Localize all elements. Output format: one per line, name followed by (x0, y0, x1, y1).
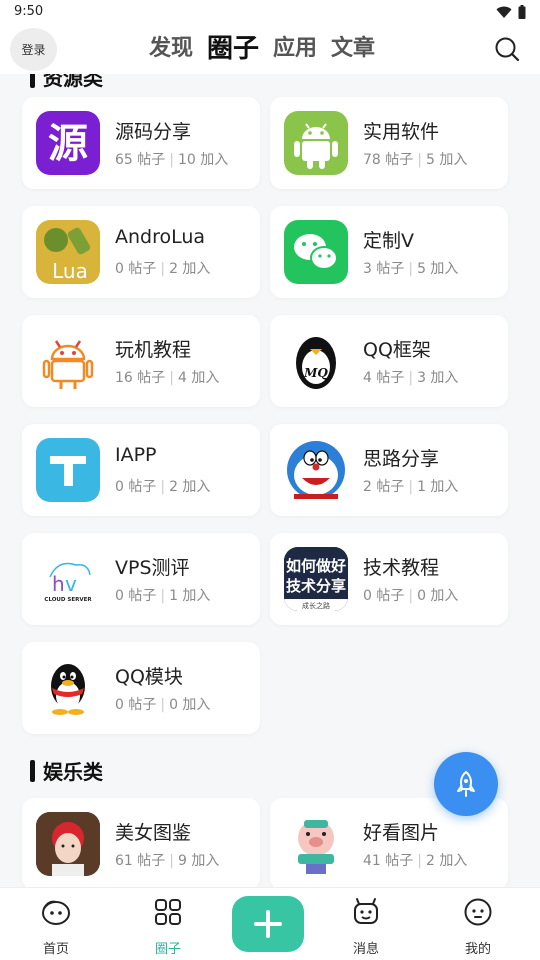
rocket-icon (457, 770, 475, 797)
status-time: 9:50 (14, 4, 44, 19)
tab-discover[interactable]: 发现 (149, 32, 193, 66)
tab-apps[interactable]: 应用 (273, 32, 317, 66)
section-marker (30, 759, 35, 782)
nav-label: 圈子 (154, 942, 181, 957)
android-icon (284, 111, 348, 175)
circle-stats: 3 帖子 | 5 加入 (363, 261, 459, 277)
wechat-icon (284, 220, 348, 284)
circle-card-source-share[interactable]: 源 源码分享 65 帖子 | 10 加入 (22, 97, 260, 189)
circle-name: 定制V (363, 230, 414, 252)
nav-profile[interactable]: 我的 (438, 896, 518, 957)
circle-name: 思路分享 (363, 448, 440, 470)
circle-stats: 16 帖子 | 4 加入 (115, 370, 220, 386)
section-title-resources: 资源类 (30, 74, 103, 91)
top-header: 登录 发现 圈子 应用 文章 (0, 26, 540, 74)
circle-stats: 0 帖子 | 2 加入 (115, 479, 211, 495)
android-outline-icon (36, 329, 100, 393)
login-button[interactable]: 登录 (10, 28, 57, 71)
circle-stats: 78 帖子 | 5 加入 (363, 152, 468, 168)
top-tabs: 发现 圈子 应用 文章 (149, 32, 375, 66)
svg-text:v: v (65, 572, 77, 596)
circle-name: 实用软件 (363, 121, 440, 143)
circle-name: 技术教程 (363, 557, 440, 579)
circle-card-phone-tutorial[interactable]: 玩机教程 16 帖子 | 4 加入 (22, 315, 260, 407)
doraemon-icon (284, 438, 348, 502)
nav-label: 我的 (464, 942, 491, 957)
nav-label: 首页 (42, 942, 69, 957)
message-face-icon (354, 898, 378, 924)
svg-text:CLOUD SERVER: CLOUD SERVER (44, 597, 92, 603)
qq-penguin-icon (36, 656, 100, 720)
svg-text:Lua: Lua (52, 259, 88, 283)
svg-text:MQ: MQ (303, 366, 328, 380)
circle-name: QQ框架 (363, 339, 431, 361)
penguin-egg-icon: MQ (284, 329, 348, 393)
circle-card-androlua[interactable]: Lua AndroLua 0 帖子 | 2 加入 (22, 206, 260, 298)
cloud-server-icon: h v CLOUD SERVER (36, 547, 100, 611)
section-title-entertainment: 娱乐类 (30, 756, 103, 785)
circle-card-useful-software[interactable]: 实用软件 78 帖子 | 5 加入 (270, 97, 508, 189)
svg-text:如何做好: 如何做好 (286, 557, 346, 575)
grid-icon (155, 899, 181, 925)
circle-stats: 4 帖子 | 3 加入 (363, 370, 459, 386)
circle-stats: 0 帖子 | 2 加入 (115, 261, 211, 277)
portrait-photo-icon (36, 812, 100, 876)
svg-text:技术分享: 技术分享 (286, 577, 346, 595)
section-title-label: 资源类 (43, 74, 103, 90)
circle-card-vps-review[interactable]: h v CLOUD SERVER VPS测评 0 帖子 | 1 加入 (22, 533, 260, 625)
add-post-button[interactable] (232, 896, 304, 952)
profile-face-icon (464, 898, 492, 926)
circle-card-qq-framework[interactable]: MQ QQ框架 4 帖子 | 3 加入 (270, 315, 508, 407)
circle-name: 源码分享 (115, 121, 192, 143)
circle-card-beauty-gallery[interactable]: 美女图鉴 61 帖子 | 9 加入 (22, 798, 260, 887)
circle-stats: 0 帖子 | 0 加入 (363, 588, 459, 604)
section-marker (30, 74, 35, 88)
search-icon[interactable] (494, 36, 520, 62)
androlua-icon: Lua (36, 220, 100, 284)
circle-card-idea-share[interactable]: 思路分享 2 帖子 | 1 加入 (270, 424, 508, 516)
app-root: 9:50 登录 发现 圈子 应用 文章 资源类 源 源码分享 65 帖子 | 1… (0, 0, 540, 960)
circle-stats: 65 帖子 | 10 加入 (115, 152, 229, 168)
tab-articles[interactable]: 文章 (331, 32, 375, 66)
iapp-icon (36, 438, 100, 502)
circle-card-qq-module[interactable]: QQ模块 0 帖子 | 0 加入 (22, 642, 260, 734)
bottom-nav: 首页 圈子 消息 我的 (0, 887, 540, 960)
nav-messages[interactable]: 消息 (326, 896, 406, 957)
circle-card-tech-tutorial[interactable]: 如何做好 技术分享 成长之路 技术教程 0 帖子 | 0 加入 (270, 533, 508, 625)
circle-name: AndroLua (115, 226, 206, 248)
plus-icon (254, 910, 282, 938)
wifi-icon (496, 6, 512, 18)
nav-home[interactable]: 首页 (16, 896, 96, 957)
svg-text:成长之路: 成长之路 (302, 601, 330, 610)
circle-stats: 61 帖子 | 9 加入 (115, 853, 220, 869)
svg-text:h: h (52, 572, 65, 596)
circle-name: QQ模块 (115, 666, 183, 688)
circle-card-custom-v[interactable]: 定制V 3 帖子 | 5 加入 (270, 206, 508, 298)
circle-name: VPS测评 (115, 557, 190, 579)
rocket-fab-button[interactable] (434, 752, 498, 816)
circle-stats: 0 帖子 | 1 加入 (115, 588, 211, 604)
tech-share-icon: 如何做好 技术分享 成长之路 (284, 547, 348, 611)
home-face-icon (42, 900, 70, 925)
source-code-icon: 源 (36, 111, 100, 175)
nav-circles[interactable]: 圈子 (128, 896, 208, 957)
status-bar: 9:50 (0, 0, 540, 26)
tab-circles[interactable]: 圈子 (207, 32, 259, 66)
status-icons (496, 5, 526, 19)
section-title-label: 娱乐类 (43, 760, 103, 784)
battery-icon (518, 5, 526, 19)
cartoon-pig-icon (284, 812, 348, 876)
nav-label: 消息 (352, 942, 379, 957)
circle-name: 好看图片 (363, 822, 440, 844)
circle-stats: 41 帖子 | 2 加入 (363, 853, 468, 869)
circle-name: 玩机教程 (115, 339, 192, 361)
circle-name: 美女图鉴 (115, 822, 192, 844)
svg-text:源: 源 (48, 121, 88, 167)
circle-stats: 2 帖子 | 1 加入 (363, 479, 459, 495)
circle-name: IAPP (115, 444, 157, 466)
circle-card-iapp[interactable]: IAPP 0 帖子 | 2 加入 (22, 424, 260, 516)
circle-stats: 0 帖子 | 0 加入 (115, 697, 211, 713)
